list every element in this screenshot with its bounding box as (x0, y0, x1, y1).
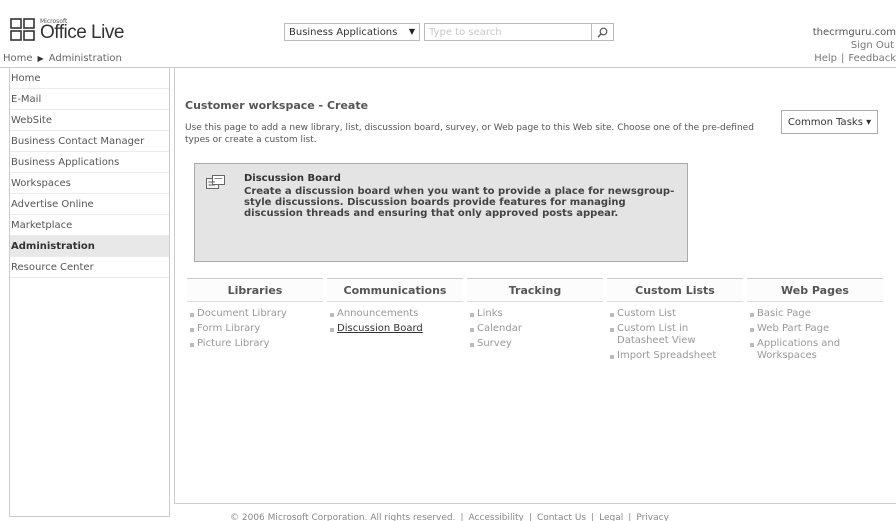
category-libraries: Libraries Document Library Form Library … (187, 278, 323, 353)
list-item[interactable]: Calendar (469, 323, 603, 335)
breadcrumb: Home ▶ Administration (3, 53, 122, 64)
page-description: Use this page to add a new library, list… (185, 123, 754, 145)
breadcrumb-current: Administration (48, 53, 122, 64)
list-item[interactable]: Import Spreadsheet (609, 350, 743, 362)
separator: | (460, 513, 464, 521)
separator: | (628, 513, 632, 521)
footer-link-privacy[interactable]: Privacy (636, 513, 669, 521)
category-header: Tracking (467, 278, 603, 302)
breadcrumb-arrow-icon: ▶ (37, 54, 44, 63)
separator: | (591, 513, 595, 521)
logo-brand-text: Office Live (40, 22, 124, 43)
preview-panel: Discussion Board Create a discussion boa… (194, 163, 688, 262)
search-button[interactable] (592, 23, 614, 41)
category-header: Web Pages (747, 278, 883, 302)
dropdown-arrow-icon: ▼ (408, 27, 415, 36)
preview-description: Create a discussion board when you want … (244, 186, 675, 219)
search-scope-select[interactable]: Business Applications ▼ (284, 23, 420, 41)
sidebar-item-administration[interactable]: Administration (10, 236, 169, 257)
search-input[interactable]: Type to search (424, 23, 592, 41)
category-web-pages: Web Pages Basic Page Web Part Page Appli… (747, 278, 883, 365)
category-list: Basic Page Web Part Page Applications an… (747, 308, 883, 362)
sidebar-item-advertise-online[interactable]: Advertise Online (10, 194, 169, 215)
category-list: Custom List Custom List in Datasheet Vie… (607, 308, 743, 362)
category-header: Custom Lists (607, 278, 743, 302)
preview-title: Discussion Board (244, 173, 341, 184)
list-item[interactable]: Survey (469, 338, 603, 350)
separator: | (841, 53, 845, 64)
list-item[interactable]: Applications and Workspaces (749, 338, 883, 362)
feedback-link[interactable]: Feedback (848, 53, 896, 64)
category-communications: Communications Announcements Discussion … (327, 278, 463, 338)
sidebar-item-website[interactable]: WebSite (10, 110, 169, 131)
footer: © 2006 Microsoft Corporation. All rights… (230, 513, 669, 521)
sidebar-item-marketplace[interactable]: Marketplace (10, 215, 169, 236)
sidebar-nav: Home E-Mail WebSite Business Contact Man… (9, 68, 170, 517)
copyright-text: © 2006 Microsoft Corporation. All rights… (230, 513, 456, 521)
office-live-logo[interactable]: Microsoft Office Live (10, 16, 160, 46)
help-link[interactable]: Help (814, 53, 837, 64)
discussion-board-icon (206, 175, 225, 189)
sidebar-item-email[interactable]: E-Mail (10, 89, 169, 110)
list-item[interactable]: Document Library (189, 308, 323, 320)
footer-link-contact[interactable]: Contact Us (537, 513, 586, 521)
category-list: Links Calendar Survey (467, 308, 603, 350)
sidebar-item-home[interactable]: Home (10, 68, 169, 89)
help-links: Help | Feedback (814, 53, 896, 64)
category-header: Libraries (187, 278, 323, 302)
sidebar-item-workspaces[interactable]: Workspaces (10, 173, 169, 194)
page-title: Customer workspace - Create (185, 99, 369, 112)
list-item[interactable]: Links (469, 308, 603, 320)
sidebar-item-resource-center[interactable]: Resource Center (10, 257, 169, 278)
user-name: thecrmguru.com (812, 27, 896, 38)
sidebar-item-business-applications[interactable]: Business Applications (10, 152, 169, 173)
search-icon (597, 27, 608, 37)
list-item[interactable]: Announcements (329, 308, 463, 320)
common-tasks-button[interactable]: Common Tasks ▾ (781, 110, 878, 134)
category-custom-lists: Custom Lists Custom List Custom List in … (607, 278, 743, 365)
category-header: Communications (327, 278, 463, 302)
list-item-selected[interactable]: Discussion Board (329, 323, 463, 335)
footer-link-accessibility[interactable]: Accessibility (469, 513, 524, 521)
breadcrumb-home[interactable]: Home (3, 53, 33, 64)
separator: | (528, 513, 532, 521)
list-item[interactable]: Custom List in Datasheet View (609, 323, 743, 347)
office-logo-icon (10, 18, 35, 41)
list-item[interactable]: Picture Library (189, 338, 323, 350)
sign-out-link[interactable]: Sign Out (851, 40, 894, 51)
sidebar-item-business-contact-manager[interactable]: Business Contact Manager (10, 131, 169, 152)
list-item[interactable]: Form Library (189, 323, 323, 335)
category-tracking: Tracking Links Calendar Survey (467, 278, 603, 353)
category-list: Announcements Discussion Board (327, 308, 463, 335)
list-item[interactable]: Basic Page (749, 308, 883, 320)
list-item[interactable]: Custom List (609, 308, 743, 320)
search-bar: Business Applications ▼ Type to search (284, 23, 614, 41)
list-item[interactable]: Web Part Page (749, 323, 883, 335)
search-scope-value: Business Applications (289, 26, 398, 38)
category-list: Document Library Form Library Picture Li… (187, 308, 323, 350)
footer-link-legal[interactable]: Legal (599, 513, 623, 521)
